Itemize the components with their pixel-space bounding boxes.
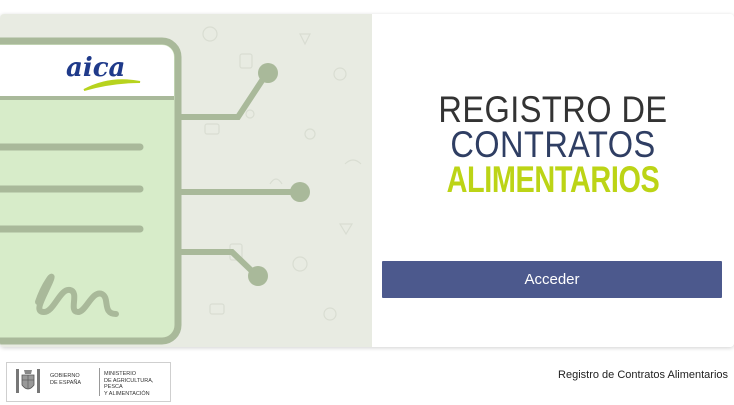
title-line-1: REGISTRO DE [438, 89, 668, 130]
logo-divider [99, 368, 100, 396]
aica-logo: aica [66, 53, 125, 83]
background-pattern [202, 26, 362, 321]
ministerio-label: MINISTERIO DE AGRICULTURA, PESCA Y ALIME… [104, 371, 154, 397]
hero-illustration: aica [0, 14, 372, 347]
circuit-node [290, 182, 310, 202]
footer: GOBIERNO DE ESPAÑA MINISTERIO DE AGRICUL… [0, 347, 734, 405]
circuit-node [248, 266, 268, 286]
gobierno-label: GOBIERNO DE ESPAÑA [50, 373, 82, 386]
gobierno-logo: GOBIERNO DE ESPAÑA MINISTERIO DE AGRICUL… [6, 362, 171, 402]
login-card: aica REGISTRO DE CONTRATOS ALIMENTARIOS … [0, 14, 734, 347]
acceder-button[interactable]: Acceder [382, 261, 722, 298]
footer-app-name: Registro de Contratos Alimentarios [558, 369, 728, 381]
title-line-2: CONTRATOS [450, 124, 656, 165]
app-title: REGISTRO DE CONTRATOS ALIMENTARIOS [392, 89, 714, 200]
coat-of-arms-icon [16, 369, 40, 393]
login-panel: REGISTRO DE CONTRATOS ALIMENTARIOS Acced… [372, 14, 734, 347]
document-signature-circuit-icon: aica [0, 26, 362, 345]
title-line-3: ALIMENTARIOS [446, 159, 660, 200]
circuit-node [258, 63, 278, 83]
